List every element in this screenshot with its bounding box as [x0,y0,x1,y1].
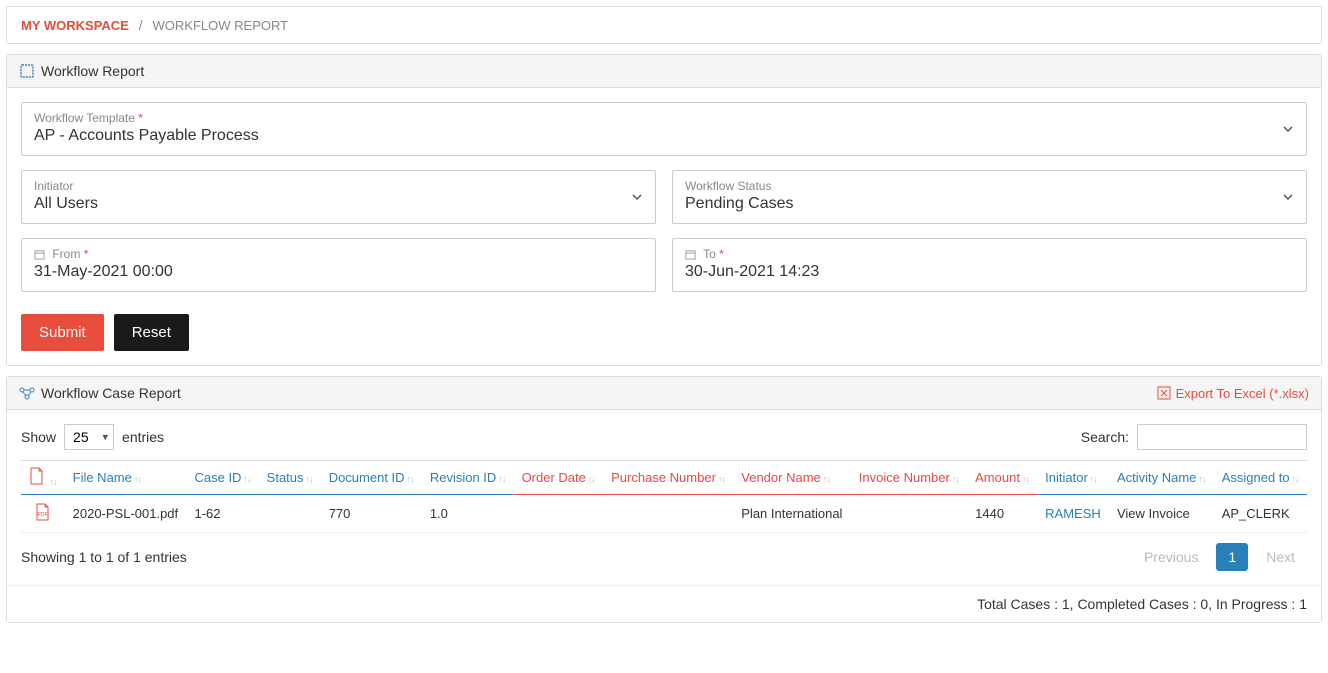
cell-assigned-to: AP_CLERK [1214,495,1307,533]
breadcrumb: MY WORKSPACE / WORKFLOW REPORT [6,6,1322,44]
table-scroll[interactable]: ↑↓ File Name↑↓ Case ID↑↓ Status↑↓ Docume… [21,460,1307,533]
workflow-status-select[interactable]: Workflow Status Pending Cases [672,170,1307,224]
to-date-value: 30-Jun-2021 14:23 [685,263,819,280]
col-case-id[interactable]: Case ID↑↓ [186,461,258,495]
cell-amount: 1440 [967,495,1037,533]
workflow-template-select[interactable]: Workflow Template * AP - Accounts Payabl… [21,102,1307,156]
from-date-label: From [52,247,80,261]
workflow-icon [19,385,35,401]
case-report-table: ↑↓ File Name↑↓ Case ID↑↓ Status↑↓ Docume… [21,460,1307,533]
col-activity-name[interactable]: Activity Name↑↓ [1109,461,1214,495]
showing-entries-text: Showing 1 to 1 of 1 entries [21,549,187,565]
report-icon [19,63,35,79]
initiator-select[interactable]: Initiator All Users [21,170,656,224]
cell-document-id: 770 [321,495,422,533]
cell-order-date [514,495,604,533]
breadcrumb-home[interactable]: MY WORKSPACE [21,18,129,33]
cell-status [259,495,321,533]
search-label: Search: [1081,429,1129,445]
cell-initiator[interactable]: RAMESH [1037,495,1109,533]
col-file-name[interactable]: File Name↑↓ [65,461,187,495]
col-revision-id[interactable]: Revision ID↑↓ [422,461,514,495]
show-label-pre: Show [21,429,56,445]
workflow-report-panel: Workflow Report Workflow Template * AP -… [6,54,1322,366]
initiator-value: All Users [34,195,98,212]
pagination-next: Next [1254,543,1307,571]
breadcrumb-separator: / [139,17,143,33]
pagination-page-1[interactable]: 1 [1216,543,1248,571]
col-vendor-name[interactable]: Vendor Name↑↓ [733,461,851,495]
table-row[interactable]: PDF 2020-PSL-001.pdf 1-62 770 1.0 Plan I… [21,495,1307,533]
workflow-status-value: Pending Cases [685,195,794,212]
col-file-icon[interactable]: ↑↓ [21,461,65,495]
chevron-down-icon [1282,191,1294,203]
breadcrumb-current: WORKFLOW REPORT [153,18,289,33]
to-date-input[interactable]: To * 30-Jun-2021 14:23 [672,238,1307,292]
show-label-post: entries [122,429,164,445]
col-invoice-number[interactable]: Invoice Number↑↓ [851,461,967,495]
calendar-icon [34,249,45,260]
workflow-template-value: AP - Accounts Payable Process [34,127,259,144]
col-document-id[interactable]: Document ID↑↓ [321,461,422,495]
export-excel-label: Export To Excel (*.xlsx) [1176,386,1309,401]
col-status[interactable]: Status↑↓ [259,461,321,495]
cell-vendor-name: Plan International [733,495,851,533]
cell-activity-name: View Invoice [1109,495,1214,533]
col-purchase-number[interactable]: Purchase Number↑↓ [603,461,733,495]
workflow-case-report-header: Workflow Case Report Export To Excel (*.… [7,377,1321,410]
col-initiator[interactable]: Initiator↑↓ [1037,461,1109,495]
chevron-down-icon [631,191,643,203]
from-date-input[interactable]: From * 31-May-2021 00:00 [21,238,656,292]
submit-button[interactable]: Submit [21,314,104,351]
case-report-title: Workflow Case Report [41,385,181,401]
from-date-value: 31-May-2021 00:00 [34,263,173,280]
cell-purchase-number [603,495,733,533]
entries-per-page: Show 25 ▾ entries [21,424,164,450]
cell-file-name: 2020-PSL-001.pdf [65,495,187,533]
pdf-icon[interactable]: PDF [21,495,65,533]
col-assigned-to[interactable]: Assigned to↑↓ [1214,461,1307,495]
col-amount[interactable]: Amount↑↓ [967,461,1037,495]
cell-revision-id: 1.0 [422,495,514,533]
to-date-label: To [703,247,716,261]
panel-title: Workflow Report [41,63,144,79]
entries-select[interactable]: 25 [64,424,114,450]
workflow-case-report-panel: Workflow Case Report Export To Excel (*.… [6,376,1322,623]
pagination-prev: Previous [1132,543,1210,571]
search-input[interactable] [1137,424,1307,450]
cell-invoice-number [851,495,967,533]
cell-case-id: 1-62 [186,495,258,533]
svg-text:PDF: PDF [38,512,48,518]
export-excel-link[interactable]: Export To Excel (*.xlsx) [1157,386,1309,401]
excel-icon [1157,386,1171,400]
pagination: Previous 1 Next [1132,543,1307,571]
workflow-status-label: Workflow Status [685,179,1294,193]
col-order-date[interactable]: Order Date↑↓ [514,461,604,495]
reset-button[interactable]: Reset [114,314,189,351]
workflow-report-header: Workflow Report [7,55,1321,88]
workflow-template-label: Workflow Template [34,111,135,125]
totals-summary: Total Cases : 1, Completed Cases : 0, In… [7,585,1321,622]
chevron-down-icon [1282,123,1294,135]
initiator-label: Initiator [34,179,643,193]
calendar-icon [685,249,696,260]
